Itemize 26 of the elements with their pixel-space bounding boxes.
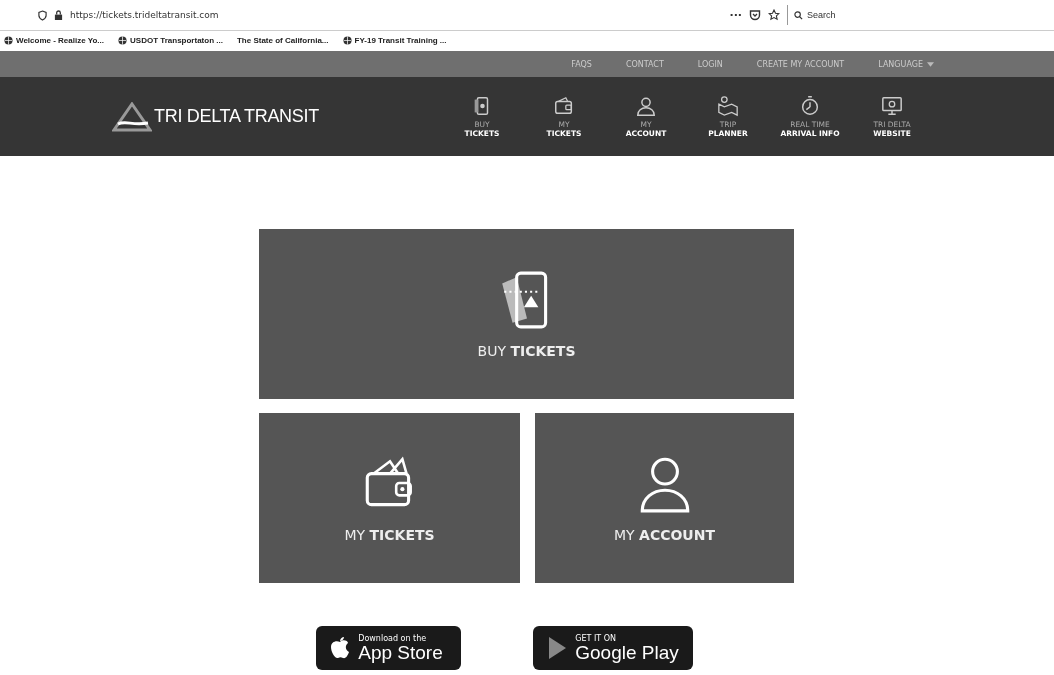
map-icon <box>717 95 739 117</box>
search-icon <box>794 10 803 20</box>
store-badge[interactable]: GET IT ON Google Play <box>533 626 693 670</box>
clock-icon <box>799 95 821 117</box>
search-field[interactable]: Search <box>807 10 987 20</box>
shield-icon <box>38 9 47 21</box>
play-icon <box>547 636 568 660</box>
lock-icon <box>54 9 63 21</box>
logo-text[interactable]: TRI DELTA TRANSIT <box>154 106 319 127</box>
bookmark-link[interactable]: The State of California... <box>236 35 329 45</box>
monitor-icon <box>881 95 903 117</box>
pocket-icon[interactable] <box>749 9 761 21</box>
bookmark-link[interactable]: FY-19 Transit Training ... <box>354 35 447 45</box>
triangle-logo-icon <box>112 101 152 132</box>
url-text[interactable]: https://tickets.trideltatransit.com <box>70 10 219 20</box>
menu-tile[interactable]: BUY TICKETS <box>259 229 794 399</box>
page-actions-glyph[interactable]: ··· <box>729 8 742 22</box>
menu-tile[interactable]: MY TICKETS <box>259 413 520 583</box>
wallet-icon <box>553 95 575 117</box>
bookmark-link[interactable]: Welcome - Realize Yo... <box>16 35 105 45</box>
person-icon <box>635 95 657 117</box>
menu-tile[interactable]: MY ACCOUNT <box>535 413 794 583</box>
star-icon[interactable] <box>768 9 780 21</box>
apple-icon <box>330 636 351 660</box>
store-badge[interactable]: Download on the App Store <box>316 626 462 670</box>
bookmark-link[interactable]: USDOT Transportaton ... <box>130 35 223 45</box>
